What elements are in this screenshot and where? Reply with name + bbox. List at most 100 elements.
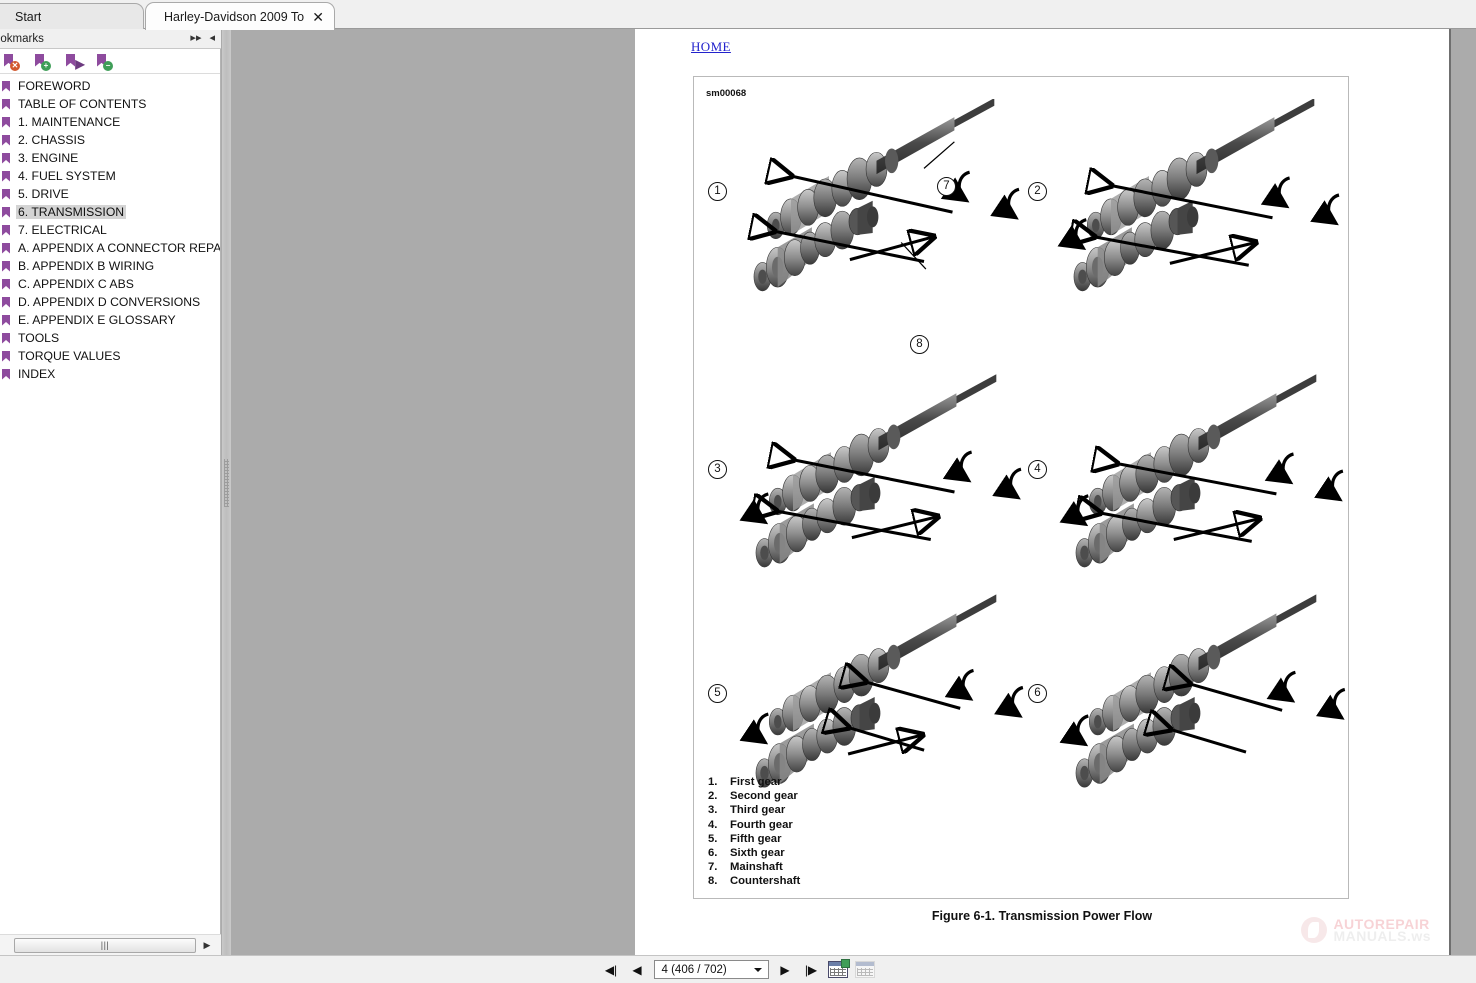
bookmarks-panel: ookmarks ▸▸ ◂ ✕ + ▶ − FOREWORD TABLE OF … <box>0 29 221 955</box>
delete-bookmark-icon[interactable]: ✕ <box>2 53 20 71</box>
bookmark-label: 5. DRIVE <box>18 187 69 201</box>
figure-caption: Figure 6-1. Transmission Power Flow <box>931 909 1153 923</box>
legend-item: 5. Fifth gear <box>708 832 800 846</box>
sidebar-item-drive[interactable]: 5. DRIVE <box>0 185 220 203</box>
bookmark-flag-icon <box>2 98 10 110</box>
bookmarks-toolbar: ✕ + ▶ − <box>0 49 220 74</box>
next-page-button[interactable]: ▶ <box>776 960 795 979</box>
first-page-button[interactable]: ◀| <box>602 960 621 979</box>
sidebar-item-electrical[interactable]: 7. ELECTRICAL <box>0 221 220 239</box>
figure-legend: 1. First gear 2. Second gear 3. Third gear … <box>708 775 800 889</box>
panel-callout-7: 7 <box>937 177 956 196</box>
legend-item: 1. First gear <box>708 775 800 789</box>
sidebar-item-maintenance[interactable]: 1. MAINTENANCE <box>0 113 220 131</box>
bookmark-flag-icon <box>2 242 10 254</box>
home-link[interactable]: HOME <box>691 39 731 55</box>
sidebar-item-engine[interactable]: 3. ENGINE <box>0 149 220 167</box>
legend-number: 3. <box>708 804 718 817</box>
sidebar-item-appendix-c[interactable]: C. APPENDIX C ABS <box>0 275 220 293</box>
sidebar-item-foreword[interactable]: FOREWORD <box>0 77 220 95</box>
legend-number: 7. <box>708 861 718 874</box>
sidebar-item-fuel-system[interactable]: 4. FUEL SYSTEM <box>0 167 220 185</box>
tab-bar: Start Harley-Davidson 2009 To... ✕ <box>0 0 1476 30</box>
double-page-view-icon[interactable] <box>854 961 875 978</box>
panel-splitter[interactable] <box>222 29 231 955</box>
chevron-down-icon[interactable] <box>753 968 762 972</box>
bookmark-label: 3. ENGINE <box>18 151 79 165</box>
previous-page-button[interactable]: ◀ <box>628 960 647 979</box>
sidebar-item-torque-values[interactable]: TORQUE VALUES <box>0 347 220 365</box>
sidebar-item-appendix-b[interactable]: B. APPENDIX B WIRING <box>0 257 220 275</box>
new-bookmark-icon[interactable]: + <box>33 53 51 71</box>
bookmark-flag-icon <box>2 134 10 146</box>
document-viewport[interactable]: HOME sm00068 1 7 8 2 3 4 5 6 1. First ge… <box>231 29 1476 955</box>
panel-callout-6: 6 <box>1028 684 1047 703</box>
panel-callout-4: 4 <box>1028 460 1047 479</box>
scroll-right-icon[interactable]: ▶ <box>199 938 215 953</box>
bookmark-flag-icon <box>2 152 10 164</box>
sidebar-item-appendix-e[interactable]: E. APPENDIX E GLOSSARY <box>0 311 220 329</box>
bookmark-flag-icon <box>2 296 10 308</box>
bookmark-label: TOOLS <box>18 331 60 345</box>
bookmark-flag-icon <box>2 206 10 218</box>
remove-bookmark-icon[interactable]: − <box>95 53 113 71</box>
legend-item: 3. Third gear <box>708 803 800 817</box>
bookmark-label: 4. FUEL SYSTEM <box>18 169 116 183</box>
panel-callout-1: 1 <box>708 182 727 201</box>
last-page-button[interactable]: |▶ <box>802 960 821 979</box>
sidebar-item-index[interactable]: INDEX <box>0 365 220 383</box>
sidebar-item-chassis[interactable]: 2. CHASSIS <box>0 131 220 149</box>
sidebar-item-appendix-a[interactable]: A. APPENDIX A CONNECTOR REPAIR <box>0 239 220 257</box>
collapse-panel-icon[interactable]: ◂ <box>209 31 215 45</box>
sidebar-item-table-of-contents[interactable]: TABLE OF CONTENTS <box>0 95 220 113</box>
page-number-select[interactable]: 4 (406 / 702) <box>653 960 769 979</box>
panel-callout-2: 2 <box>1028 182 1047 201</box>
scrollbar-thumb[interactable]: ||| <box>14 937 196 953</box>
tab-start[interactable]: Start <box>0 3 144 29</box>
bookmarks-horizontal-scrollbar[interactable]: ||| ▶ <box>0 934 221 955</box>
tab-label: Harley-Davidson 2009 To... <box>164 9 305 24</box>
legend-number: 1. <box>708 776 718 788</box>
bookmark-label: E. APPENDIX E GLOSSARY <box>18 313 176 327</box>
sidebar-item-appendix-d[interactable]: D. APPENDIX D CONVERSIONS <box>0 293 220 311</box>
sidebar-item-transmission[interactable]: 6. TRANSMISSION <box>0 203 220 221</box>
bookmark-flag-icon <box>2 80 10 92</box>
sidebar-item-tools[interactable]: TOOLS <box>0 329 220 347</box>
figure-id-label: sm00068 <box>706 88 747 99</box>
bookmark-flag-icon <box>2 368 10 380</box>
panel-callout-3: 3 <box>708 460 727 479</box>
bookmark-label: TABLE OF CONTENTS <box>18 97 147 111</box>
bookmark-flag-icon <box>2 278 10 290</box>
panel-callout-8: 8 <box>910 335 929 354</box>
single-page-view-icon[interactable] <box>827 959 850 978</box>
bookmark-label: 2. CHASSIS <box>18 133 86 147</box>
transmission-power-flow-diagram <box>694 99 1350 788</box>
legend-label: First gear <box>730 776 782 788</box>
close-icon[interactable]: ✕ <box>304 10 324 24</box>
legend-label: Third gear <box>730 804 786 817</box>
bookmark-label: A. APPENDIX A CONNECTOR REPAIR <box>18 241 220 255</box>
legend-label: Fourth gear <box>730 818 793 831</box>
legend-item: 2. Second gear <box>708 789 800 803</box>
bookmark-flag-icon <box>2 260 10 272</box>
bookmark-label: 1. MAINTENANCE <box>18 115 121 129</box>
legend-number: 5. <box>708 832 718 845</box>
legend-number: 8. <box>708 875 718 888</box>
bookmark-flag-icon <box>2 314 10 326</box>
legend-number: 2. <box>708 790 718 803</box>
panel-callout-5: 5 <box>708 684 727 703</box>
expand-all-icon[interactable]: ▸▸ <box>190 31 201 45</box>
splitter-grip[interactable] <box>224 459 229 507</box>
legend-label: Mainshaft <box>730 861 783 874</box>
tab-label: Start <box>15 9 42 24</box>
tab-harley-davidson-manual[interactable]: Harley-Davidson 2009 To... ✕ <box>145 2 335 30</box>
legend-number: 4. <box>708 818 718 831</box>
bookmark-flag-icon <box>2 350 10 362</box>
bookmark-flag-icon <box>2 116 10 128</box>
bookmark-label: FOREWORD <box>18 79 91 93</box>
bookmark-flag-icon <box>2 170 10 182</box>
document-page: HOME sm00068 1 7 8 2 3 4 5 6 1. First ge… <box>635 29 1449 955</box>
bookmark-flag-icon <box>2 332 10 344</box>
legend-label: Fifth gear <box>730 832 782 845</box>
goto-bookmark-icon[interactable]: ▶ <box>64 53 85 70</box>
